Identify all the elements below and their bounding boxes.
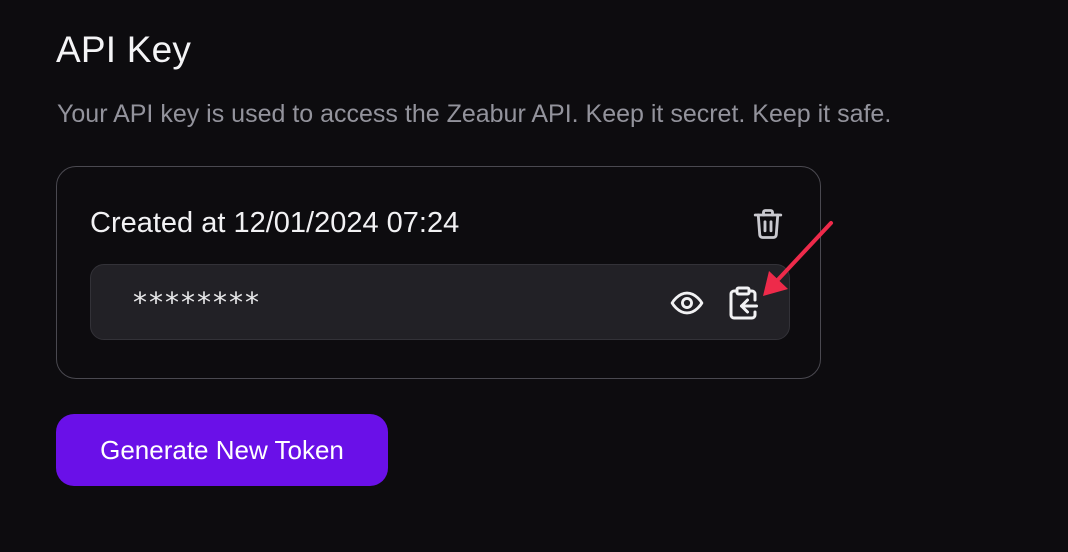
- section-title: API Key: [56, 29, 192, 70]
- section-description: Your API key is used to access the Zeabu…: [57, 100, 892, 128]
- eye-icon[interactable]: [668, 286, 706, 320]
- api-token-card: Created at 12/01/2024 07:24 ********: [56, 166, 821, 379]
- clipboard-copy-icon[interactable]: [725, 284, 761, 322]
- api-key-settings-page: API Key Your API key is used to access t…: [0, 0, 1068, 552]
- generate-new-token-button[interactable]: Generate New Token: [56, 414, 388, 486]
- masked-api-key: ********: [133, 286, 261, 319]
- trash-icon[interactable]: [750, 205, 786, 243]
- token-created-date: Created at 12/01/2024 07:24: [90, 207, 460, 239]
- api-key-field[interactable]: ********: [90, 264, 790, 340]
